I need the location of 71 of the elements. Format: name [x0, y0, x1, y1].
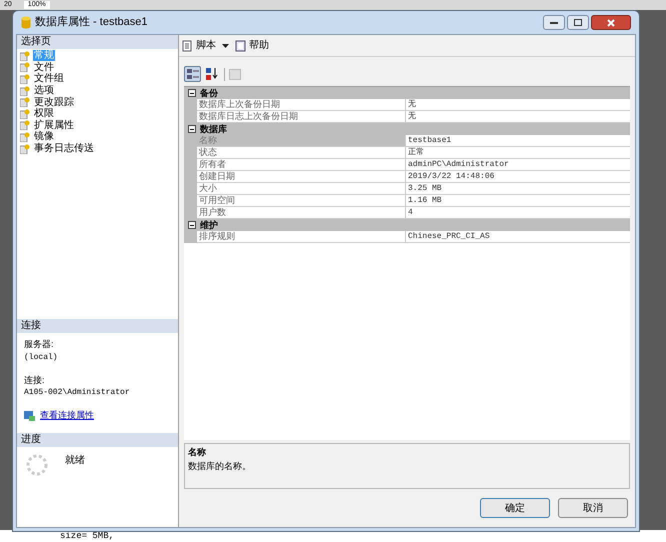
connection-properties-link[interactable]: 查看连接属性 [40, 409, 94, 422]
code-line: size= 5MB, [60, 531, 114, 541]
script-button[interactable]: 脚本 [196, 38, 216, 53]
help-button[interactable]: 帮助 [249, 38, 269, 53]
property-value-cell[interactable]: 3.25 MB [406, 183, 630, 195]
page-icon [20, 97, 30, 108]
property-value-cell[interactable]: testbase1 [406, 135, 630, 147]
property-value-cell[interactable]: 2019/3/22 14:48:06 [406, 171, 630, 183]
section-header: 选择页 [17, 35, 178, 49]
property-value-cell[interactable]: 无 [406, 111, 630, 123]
property-value-cell[interactable]: 无 [406, 99, 630, 111]
property-value-cell[interactable]: 1.16 MB [406, 195, 630, 207]
properties-icon [24, 410, 35, 422]
collapse-icon[interactable] [188, 221, 196, 229]
close-button[interactable] [591, 15, 631, 30]
property-name-cell[interactable]: 用户数 [197, 207, 406, 219]
property-value-cell[interactable]: Chinese_PRC_CI_AS [406, 231, 630, 243]
connection-value: A105-002\Administrator [24, 387, 131, 399]
category-label: 维护 [200, 219, 218, 231]
page-icon [20, 108, 30, 119]
close-icon [607, 18, 615, 26]
property-name-cell[interactable]: 排序规则 [197, 231, 406, 243]
spinner-icon [25, 453, 49, 477]
page-item[interactable]: 文件 [33, 62, 55, 73]
property-name-cell[interactable]: 所有者 [197, 159, 406, 171]
categorized-view-button[interactable] [184, 66, 201, 82]
property-name-cell[interactable]: 创建日期 [197, 171, 406, 183]
maximize-button[interactable] [567, 15, 589, 30]
page-item[interactable]: 更改跟踪 [33, 96, 75, 108]
property-name-cell[interactable]: 大小 [197, 183, 406, 195]
page-icon [20, 50, 30, 61]
connection-label: 连接: [24, 374, 46, 386]
page-item[interactable]: 镜像 [33, 131, 55, 142]
collapse-icon[interactable] [188, 89, 196, 97]
ok-button[interactable]: 确定 [480, 498, 550, 518]
description-text: 数据库的名称。 [188, 460, 252, 472]
page-icon [20, 74, 30, 84]
description-title: 名称 [188, 446, 207, 459]
property-name-cell[interactable]: 可用空间 [197, 195, 406, 207]
property-name-cell[interactable]: 数据库上次备份日期 [197, 99, 406, 111]
help-icon [235, 40, 246, 52]
page-icon [20, 144, 30, 154]
database-icon [21, 16, 31, 29]
page-icon [20, 62, 30, 72]
cancel-button[interactable]: 取消 [558, 498, 628, 518]
property-value-cell[interactable]: 4 [406, 207, 630, 219]
section-header: 进度 [17, 433, 178, 447]
category-label: 数据库 [200, 123, 227, 135]
category-label: 备份 [200, 87, 218, 99]
status-text: 就绪 [65, 454, 85, 468]
property-value-cell[interactable]: adminPC\Administrator [406, 159, 630, 171]
page-icon [20, 132, 30, 142]
sort-alphabetical-button[interactable] [203, 66, 220, 82]
page-icon [20, 120, 30, 130]
property-name-cell[interactable]: 数据库日志上次备份日期 [197, 111, 406, 123]
property-name-cell[interactable]: 状态 [197, 147, 406, 159]
section-header: 连接 [17, 319, 178, 333]
window-title: 数据库属性 - testbase1 [35, 14, 148, 30]
page-item[interactable]: 文件组 [33, 73, 65, 84]
page-item[interactable]: 选项 [33, 85, 55, 96]
page-item[interactable]: 事务日志传送 [33, 143, 95, 154]
page-icon [20, 86, 30, 96]
minimize-button[interactable] [543, 15, 565, 30]
script-icon [182, 40, 193, 52]
collapse-icon[interactable] [188, 125, 196, 133]
page-item[interactable]: 扩展属性 [33, 120, 75, 131]
page-item[interactable]: 权限 [33, 108, 55, 120]
dropdown-arrow-icon[interactable] [222, 44, 229, 48]
server-value: (local) [24, 352, 59, 364]
property-value-cell[interactable]: 正常 [406, 147, 630, 159]
server-label: 服务器: [24, 338, 55, 351]
